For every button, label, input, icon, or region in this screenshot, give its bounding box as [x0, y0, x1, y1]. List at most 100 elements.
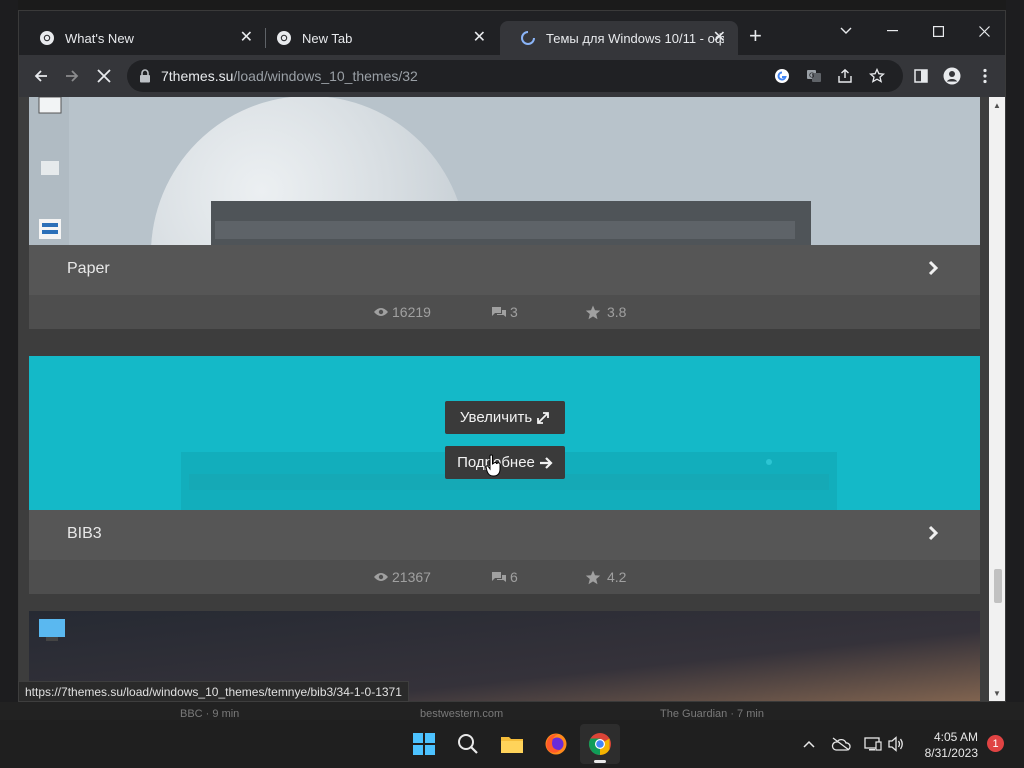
tab-title: What's New [65, 30, 134, 46]
volume-tray-icon[interactable] [884, 732, 908, 756]
news-item-source: bestwestern.com [420, 708, 504, 720]
notification-badge[interactable]: 1 [987, 735, 1004, 752]
desktop-top-edge [0, 0, 1024, 10]
tab-title: Темы для Windows 10/11 - офо [546, 30, 724, 46]
tab-whats-new[interactable]: What's New ✕ [19, 21, 265, 55]
profile-icon[interactable] [940, 64, 964, 88]
link-status-bubble: https://7themes.su/load/windows_10_theme… [18, 681, 409, 702]
address-bar[interactable]: 7themes.su/load/windows_10_themes/32 G [127, 60, 903, 92]
clock-time: 4:05 AM [933, 730, 978, 744]
new-tab-button[interactable]: + [749, 25, 762, 47]
stop-loading-button[interactable] [92, 64, 116, 88]
theme-preview-image[interactable] [29, 97, 980, 245]
comments-stat: 3 [491, 304, 518, 320]
theme-card-paper[interactable]: Paper 16219 3 3.8 [29, 97, 980, 329]
google-lens-icon[interactable] [770, 64, 794, 88]
mouse-cursor-icon [485, 454, 501, 477]
side-panel-icon[interactable] [909, 64, 933, 88]
folder-icon [501, 737, 523, 753]
show-hidden-icons-button[interactable] [797, 732, 821, 756]
loading-spinner-icon [520, 30, 536, 46]
close-window-button[interactable] [961, 17, 1005, 45]
tab-new-tab[interactable]: New Tab ✕ [256, 21, 498, 55]
zoom-label: Увеличить [459, 409, 533, 426]
close-tab-icon[interactable]: ✕ [240, 30, 253, 46]
rating-stat: 3.8 [585, 304, 626, 320]
rating-value: 3.8 [607, 304, 627, 320]
theme-title-row[interactable]: BIB3 [29, 510, 980, 560]
search-button[interactable] [448, 724, 488, 764]
active-app-indicator [594, 760, 606, 763]
bookmark-star-icon[interactable] [865, 64, 889, 88]
theme-stats-row: 16219 3 3.8 [29, 295, 980, 329]
views-stat: 16219 [373, 304, 431, 320]
taskbar: 4:05 AM 8/31/2023 1 [0, 720, 1024, 768]
scroll-up-icon[interactable]: ▲ [993, 101, 1001, 110]
theme-title[interactable]: Paper [67, 260, 110, 278]
onedrive-tray-icon[interactable] [829, 732, 853, 756]
vertical-scrollbar[interactable]: ▲ ▼ [989, 97, 1005, 701]
comments-icon [492, 306, 506, 317]
desktop-left-edge [0, 0, 18, 720]
start-button[interactable] [404, 724, 444, 764]
scroll-down-icon[interactable]: ▼ [993, 689, 1001, 698]
tab-7themes[interactable]: Темы для Windows 10/11 - офо ✕ [500, 21, 738, 55]
details-button[interactable]: Подробнее [445, 446, 565, 479]
chevron-right-icon[interactable] [928, 259, 942, 279]
file-explorer-button[interactable] [492, 724, 532, 764]
theme-title[interactable]: BIB3 [67, 525, 102, 543]
comments-count: 3 [510, 304, 518, 320]
tab-strip: What's New ✕ New Tab ✕ Темы для Windows … [19, 11, 1005, 55]
theme-stats-row: 21367 6 4.2 [29, 560, 980, 594]
translate-icon[interactable]: G [802, 64, 826, 88]
arrow-right-icon [539, 456, 553, 469]
menu-kebab-icon[interactable] [973, 64, 997, 88]
views-count: 16219 [392, 304, 431, 320]
network-tray-icon[interactable] [861, 732, 885, 756]
news-item-source: The Guardian · 7 min [660, 708, 764, 720]
comments-icon [492, 571, 506, 582]
comments-stat: 6 [491, 569, 518, 585]
browser-window: What's New ✕ New Tab ✕ Темы для Windows … [18, 10, 1006, 702]
chevron-right-icon[interactable] [928, 524, 942, 544]
views-count: 21367 [392, 569, 431, 585]
minimize-button[interactable] [869, 17, 915, 45]
theme-title-row[interactable]: Paper [29, 245, 980, 295]
search-icon [458, 734, 478, 754]
close-tab-icon[interactable]: ✕ [713, 30, 726, 46]
theme-card-bib3[interactable]: Увеличить Подробнее BIB3 21367 [29, 356, 980, 594]
maximize-button[interactable] [915, 17, 961, 45]
star-icon [585, 305, 601, 319]
share-icon[interactable] [833, 64, 857, 88]
back-button[interactable] [29, 64, 53, 88]
svg-text:G: G [809, 72, 814, 80]
chrome-icon [39, 30, 55, 46]
rating-stat: 4.2 [585, 569, 626, 585]
forward-button[interactable] [60, 64, 84, 88]
comments-count: 6 [510, 569, 518, 585]
news-item-source: BBC · 9 min [180, 708, 240, 720]
eye-icon [374, 308, 388, 316]
clock-date: 8/31/2023 [924, 746, 978, 760]
windows-logo-icon [413, 733, 435, 755]
expand-icon [537, 411, 550, 424]
rating-value: 4.2 [607, 569, 627, 585]
chevron-up-icon [803, 740, 815, 748]
network-icon [864, 737, 882, 751]
clock[interactable]: 4:05 AM 8/31/2023 [908, 729, 978, 761]
firefox-button[interactable] [536, 724, 576, 764]
close-tab-icon[interactable]: ✕ [473, 30, 486, 46]
scroll-thumb[interactable] [994, 569, 1002, 603]
chrome-taskbar-button[interactable] [580, 724, 620, 764]
zoom-button[interactable]: Увеличить [445, 401, 565, 434]
browser-toolbar: 7themes.su/load/windows_10_themes/32 G [19, 55, 1005, 97]
speaker-icon [888, 736, 903, 752]
background-news-strip [0, 702, 1024, 720]
desktop-right-edge [1006, 0, 1024, 720]
page-viewport: Paper 16219 3 3.8 Увеличить BIB3 21367 6… [19, 97, 989, 701]
cloud-icon [831, 737, 851, 751]
tab-search-icon[interactable] [823, 17, 869, 45]
firefox-icon [545, 733, 567, 755]
star-icon [585, 570, 601, 584]
chrome-icon [589, 733, 611, 755]
